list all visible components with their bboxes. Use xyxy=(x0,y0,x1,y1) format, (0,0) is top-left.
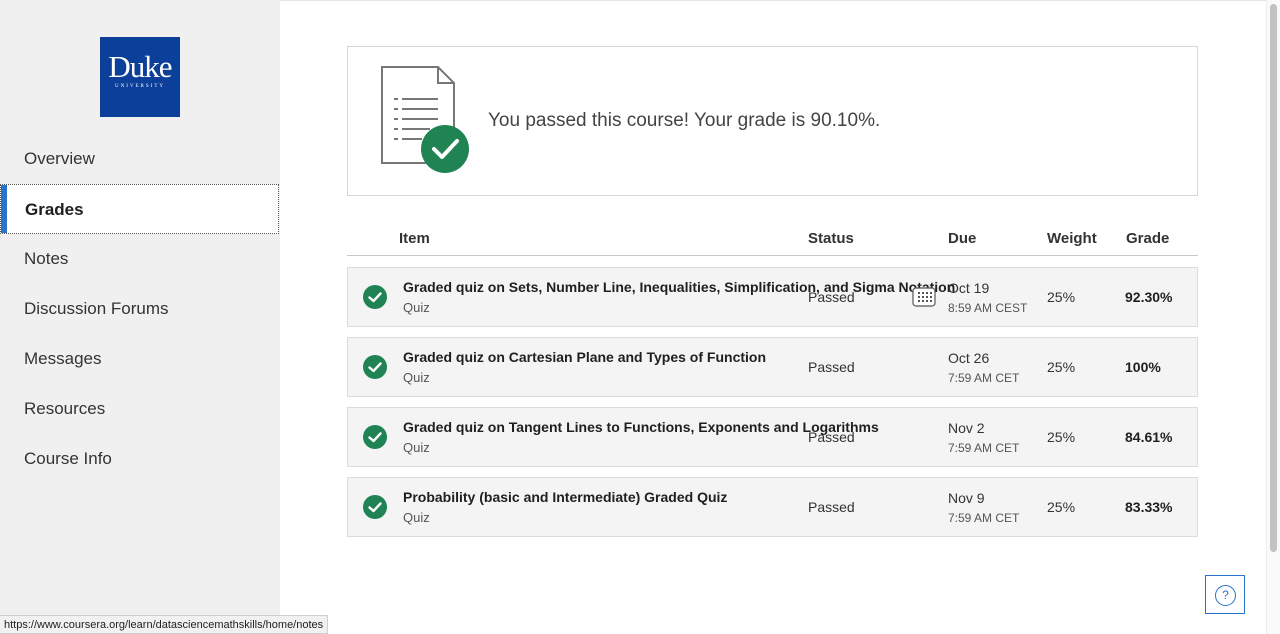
due-time: 7:59 AM CET xyxy=(948,371,1020,385)
table-row[interactable]: Probability (basic and Intermediate) Gra… xyxy=(347,477,1198,537)
item-title-link[interactable]: Graded quiz on Cartesian Plane and Types… xyxy=(403,349,766,365)
item-weight: 25% xyxy=(1047,499,1076,515)
due-time: 7:59 AM CET xyxy=(948,441,1020,455)
sidebar-item-course-info[interactable]: Course Info xyxy=(0,434,280,484)
item-grade: 84.61% xyxy=(1125,429,1173,445)
check-circle-icon xyxy=(363,495,387,519)
due-time: 8:59 AM CEST xyxy=(948,301,1028,315)
header-status: Status xyxy=(808,230,854,247)
sidebar-item-resources[interactable]: Resources xyxy=(0,384,280,434)
header-due: Due xyxy=(948,230,977,247)
sidebar-item-notes[interactable]: Notes xyxy=(0,234,280,284)
logo-text: Duke xyxy=(108,49,172,84)
item-status: Passed xyxy=(808,429,855,445)
check-circle-icon xyxy=(363,355,387,379)
grades-table-header: Item Status Due Weight Grade xyxy=(347,222,1198,256)
table-row[interactable]: Graded quiz on Cartesian Plane and Types… xyxy=(347,337,1198,397)
item-grade: 100% xyxy=(1125,359,1161,375)
banner-message: You passed this course! Your grade is 90… xyxy=(488,110,881,131)
logo-subtext: UNIVERSITY xyxy=(115,84,165,89)
check-circle-icon xyxy=(363,425,387,449)
course-passed-banner: You passed this course! Your grade is 90… xyxy=(347,46,1198,196)
item-type: Quiz xyxy=(403,440,430,455)
table-row[interactable]: Graded quiz on Sets, Number Line, Inequa… xyxy=(347,267,1198,327)
duke-logo[interactable]: Duke UNIVERSITY xyxy=(100,37,180,117)
item-title-link[interactable]: Probability (basic and Intermediate) Gra… xyxy=(403,489,727,505)
due-date: Nov 2 xyxy=(948,420,985,436)
sidebar-item-messages[interactable]: Messages xyxy=(0,334,280,384)
due-date: Oct 26 xyxy=(948,350,990,366)
status-bar-url: https://www.coursera.org/learn/datascien… xyxy=(0,615,329,634)
item-weight: 25% xyxy=(1047,429,1076,445)
document-check-icon xyxy=(381,66,469,173)
scrollbar-thumb[interactable] xyxy=(1270,4,1277,552)
header-item: Item xyxy=(399,230,430,247)
item-type: Quiz xyxy=(403,300,430,315)
item-grade: 92.30% xyxy=(1125,289,1173,305)
item-grade: 83.33% xyxy=(1125,499,1173,515)
table-row[interactable]: Graded quiz on Tangent Lines to Function… xyxy=(347,407,1198,467)
header-weight: Weight xyxy=(1047,230,1097,247)
sidebar-item-discussion-forums[interactable]: Discussion Forums xyxy=(0,284,280,334)
check-circle-icon xyxy=(363,285,387,309)
item-type: Quiz xyxy=(403,510,430,525)
top-divider xyxy=(280,0,1266,1)
help-button[interactable]: ? xyxy=(1205,575,1245,614)
sidebar: Duke UNIVERSITY Overview Grades Notes Di… xyxy=(0,0,280,634)
header-grade: Grade xyxy=(1126,230,1170,247)
sidebar-nav: Overview Grades Notes Discussion Forums … xyxy=(0,134,280,484)
item-status: Passed xyxy=(808,499,855,515)
due-date: Nov 9 xyxy=(948,490,985,506)
keyboard-icon[interactable] xyxy=(912,287,936,307)
page-scrollbar[interactable] xyxy=(1266,0,1280,634)
help-icon: ? xyxy=(1215,585,1236,606)
sidebar-item-grades[interactable]: Grades xyxy=(0,184,279,234)
sidebar-item-overview[interactable]: Overview xyxy=(0,134,280,184)
due-date: Oct 19 xyxy=(948,280,990,296)
due-time: 7:59 AM CET xyxy=(948,511,1020,525)
item-type: Quiz xyxy=(403,370,430,385)
item-weight: 25% xyxy=(1047,359,1076,375)
item-title-link[interactable]: Graded quiz on Sets, Number Line, Inequa… xyxy=(403,279,955,295)
item-status: Passed xyxy=(808,359,855,375)
item-status: Passed xyxy=(808,289,855,305)
item-weight: 25% xyxy=(1047,289,1076,305)
